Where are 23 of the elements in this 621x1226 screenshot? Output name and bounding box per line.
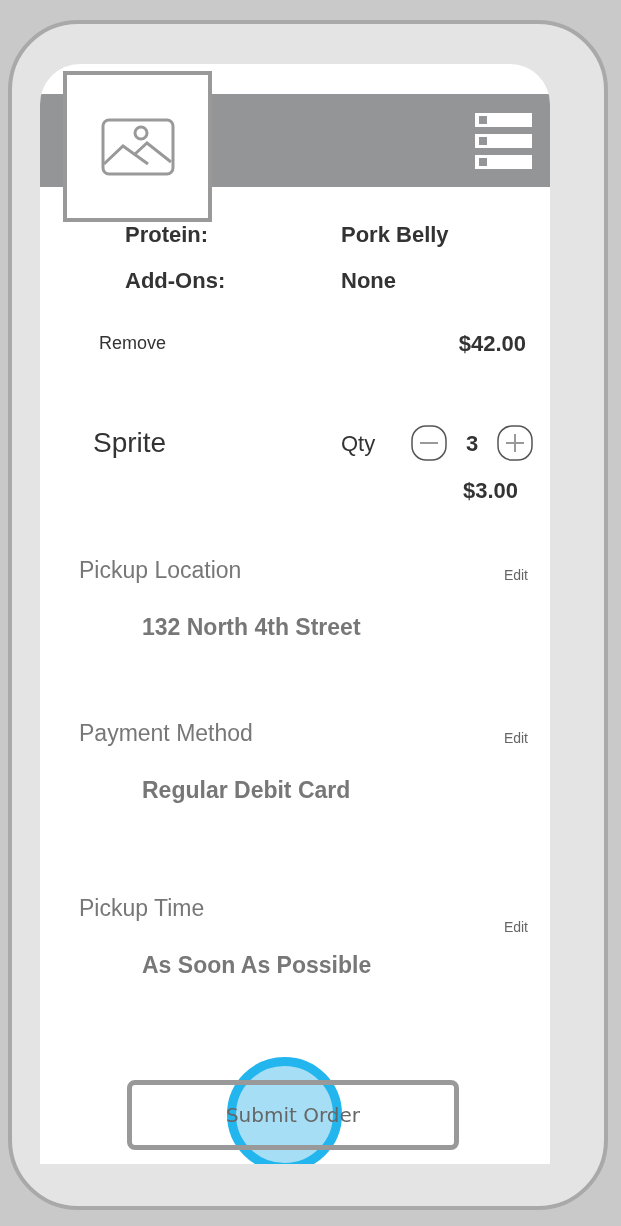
section-value: 132 North 4th Street [142,612,362,642]
section-title: Pickup Location [79,556,242,585]
item-name: Sprite [93,426,168,460]
minus-button[interactable] [411,425,447,461]
item-price: $42.00 [458,330,526,358]
section-title: Pickup Time [79,894,205,923]
detail-value: Pork Belly [341,220,449,249]
section-title: Payment Method [79,719,253,748]
edit-link[interactable]: Edit [503,727,528,749]
section-value: As Soon As Possible [142,950,373,980]
section-value: Regular Debit Card [142,775,352,805]
detail-value: None [341,266,396,295]
edit-link[interactable]: Edit [503,564,528,586]
detail-label: Protein: [125,220,210,249]
edit-link[interactable]: Edit [503,916,528,938]
plus-button[interactable] [497,425,533,461]
qty-label: Qty [341,429,377,458]
detail-label: Add-Ons: [125,266,227,295]
image-icon [100,117,175,176]
menu-icon[interactable] [475,113,532,169]
quantity-value: 3 [464,429,480,458]
item-price: $3.00 [462,477,518,505]
remove-link[interactable]: Remove [99,330,167,357]
